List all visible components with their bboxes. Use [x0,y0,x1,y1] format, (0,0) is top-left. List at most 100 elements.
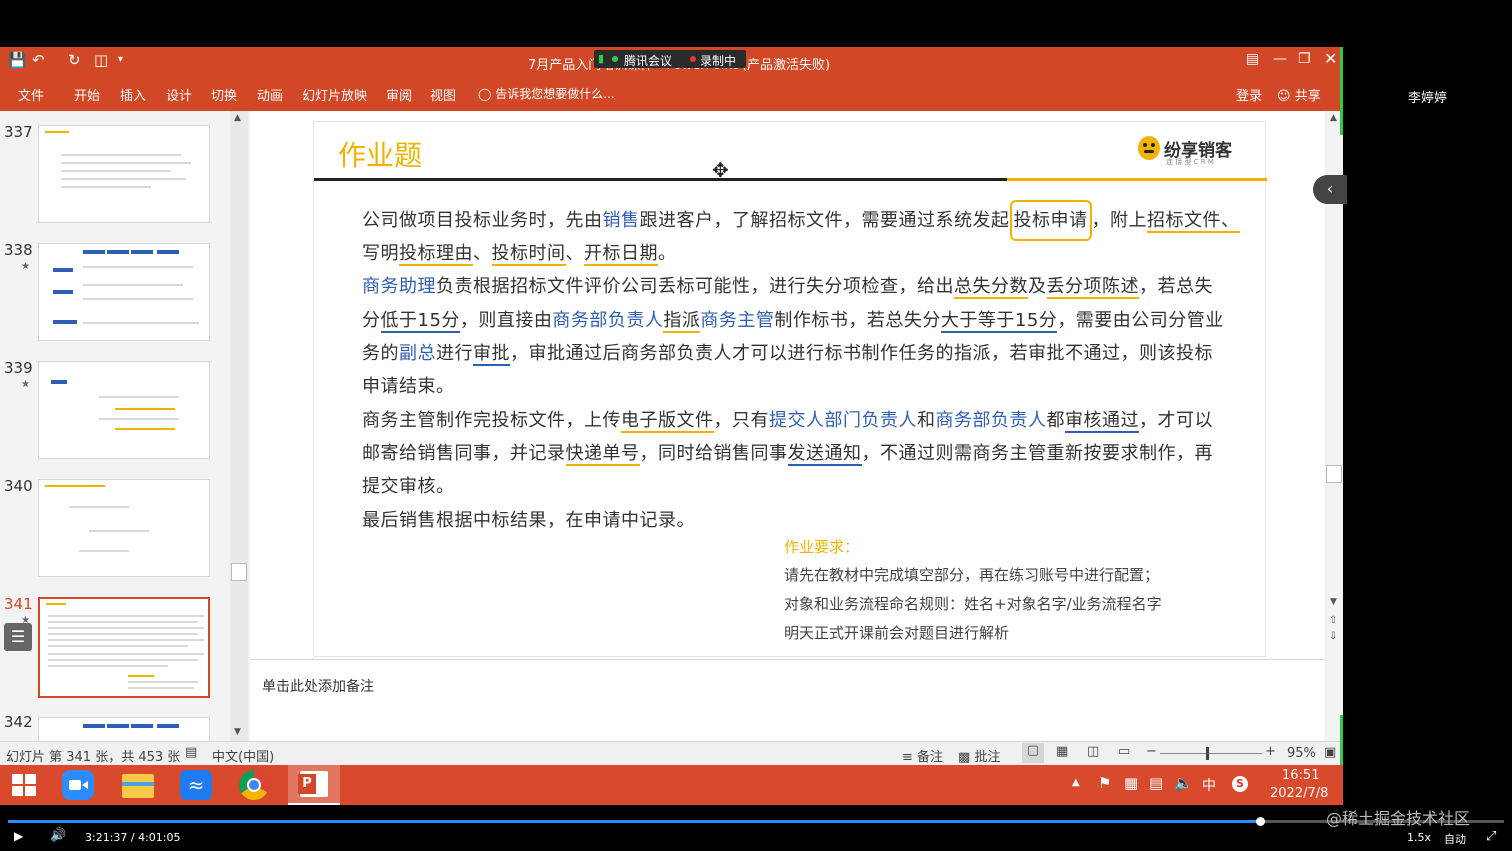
exit-fullscreen-icon[interactable]: ⤢ [1486,829,1496,844]
zoom-out-button[interactable]: − [1146,744,1157,759]
notes-button[interactable]: ≡ 备注 [902,746,943,765]
sogou-input-icon[interactable]: S [1232,776,1248,792]
slide-thumbnail[interactable] [38,479,210,577]
reading-view-icon[interactable]: ◫ [1087,744,1099,759]
zoom-level[interactable]: 95% [1287,746,1316,761]
scroll-up-icon[interactable]: ▲ [234,113,241,123]
slide-thumbnail[interactable] [38,243,210,341]
share-button[interactable]: ☺ 共享 [1277,85,1321,104]
zoom-slider[interactable] [1160,753,1262,754]
tab-home[interactable]: 开始 [74,85,100,104]
scroll-thumb[interactable] [1326,465,1342,483]
login-link[interactable]: 登录 [1236,85,1262,104]
close-icon[interactable]: ✕ [1324,49,1337,68]
slide-number: 342 [4,713,33,731]
paragraph-line: 申请结束。 [362,376,455,397]
slide-thumbnail[interactable] [38,717,210,741]
highlighted-keyword: 投标申请 [1009,200,1092,241]
chrome-icon[interactable] [232,768,276,802]
meeting-indicator[interactable]: ▮ 腾讯会议 录制中 [594,50,746,68]
tab-view[interactable]: 视图 [430,85,456,104]
slide-canvas[interactable]: 作业题 纷享销客 连 接 型 C R M 公司做项目投标业务时，先由销售跟进客户… [313,121,1267,657]
volume-icon[interactable]: 🔊 [50,828,66,843]
feishu-app-icon[interactable]: ≈ [174,768,218,802]
slide-thumbnail[interactable] [38,125,210,223]
tab-animations[interactable]: 动画 [257,85,283,104]
paragraph-line: 公司做项目投标业务时，先由销售跟进客户，了解招标文件，需要通过系统发起 投标申请，… [362,200,1240,241]
undo-icon[interactable]: ↶ [32,51,45,69]
customize-qat-icon[interactable]: ▾ [118,54,123,65]
fxiaoke-logo-icon [1138,136,1160,160]
quality-selector[interactable]: 自动 [1444,831,1466,847]
paragraph-line: 提交审核。 [362,476,455,497]
notes-placeholder: 单击此处添加备注 [262,679,374,695]
fit-to-window-icon[interactable]: ▣ [1324,745,1336,760]
ribbon-display-icon[interactable]: ▤ [1246,51,1259,67]
play-icon[interactable]: ▶ [14,829,23,843]
tab-design[interactable]: 设计 [166,85,192,104]
next-slide-icon[interactable]: ⇩ [1329,631,1337,642]
video-time: 3:21:37 / 4:01:05 [85,831,181,844]
scroll-up-icon[interactable]: ▲ [1330,113,1337,123]
slide-thumbnail[interactable] [38,361,210,459]
slide-number: 338 [4,241,33,259]
maximize-icon[interactable]: ❐ [1298,51,1311,67]
windows-taskbar: ≈ P ▲ ⚑ ▦ ▤ 🔈 中 S 16:51 2022/7/8 [0,765,1343,805]
slide-scrollbar[interactable]: ▲ ▼ ⇧ ⇩ [1325,111,1343,741]
normal-view-icon[interactable]: ▢ [1022,743,1044,763]
paragraph-line: 最后销售根据中标结果，在申请中记录。 [362,510,695,531]
scroll-down-icon[interactable]: ▼ [234,727,241,737]
comment-icon: ▩ [958,750,971,765]
language-indicator[interactable]: 中文(中国) [212,746,274,765]
notes-pane[interactable]: 单击此处添加备注 [250,659,1325,741]
tab-slideshow[interactable]: 幻灯片放映 [302,85,367,104]
video-progress-knob[interactable] [1256,817,1266,826]
tab-file[interactable]: 文件 [18,85,44,104]
slide-counter: 幻灯片 第 341 张，共 453 张 [6,750,181,765]
previous-slide-icon[interactable]: ⇧ [1329,615,1337,626]
paragraph-line: 邮寄给销售同事，并记录快递单号，同时给销售同事发送通知，不通过则需商务主管重新按… [362,443,1213,466]
slide-number: 341 [4,595,33,613]
clock-date[interactable]: 2022/7/8 [1270,786,1328,801]
thumbnails-scrollbar[interactable]: ▲ ▼ [230,111,248,741]
from-beginning-icon[interactable]: ◫ [94,51,108,69]
clock-time[interactable]: 16:51 [1282,768,1319,783]
window-border-accent [1340,47,1343,135]
slideshow-icon[interactable]: ▭ [1118,744,1130,759]
slide-thumbnail-selected[interactable] [38,597,210,698]
tab-insert[interactable]: 插入 [120,85,146,104]
scroll-thumb[interactable] [231,563,247,581]
minimize-icon[interactable]: — [1273,51,1287,67]
zoom-app-icon[interactable] [56,768,100,802]
network-icon[interactable]: ▤ [1149,774,1163,792]
file-explorer-icon[interactable] [116,768,160,802]
paragraph-line: 分低于15分，则直接由商务部负责人指派商务主管制作标书，若总失分大于等于15分，… [362,310,1224,333]
video-progress-bar[interactable] [8,817,1504,826]
redo-icon[interactable]: ↻ [68,51,81,69]
tell-me-label: 告诉我您想要做什么... [495,87,615,101]
zoom-slider-thumb[interactable] [1206,747,1209,760]
collapse-panel-icon[interactable]: ‹ [1313,175,1347,204]
meeting-app-name: 腾讯会议 [624,54,673,68]
powerpoint-taskbar-icon[interactable]: P [288,765,340,805]
slide-sorter-icon[interactable]: ▦ [1056,744,1068,759]
windows-start-icon[interactable] [2,768,46,802]
status-dot-icon [612,56,618,62]
battery-icon[interactable]: ▦ [1124,774,1138,792]
outline-toggle-icon[interactable]: ☰ [4,623,32,651]
action-center-flag-icon[interactable]: ⚑ [1098,774,1111,792]
scroll-down-icon[interactable]: ▼ [1330,597,1337,607]
tab-transitions[interactable]: 切换 [211,85,237,104]
tab-review[interactable]: 审阅 [386,85,412,104]
zoom-in-button[interactable]: + [1265,744,1276,759]
playback-speed[interactable]: 1.5x [1407,831,1431,844]
comments-button[interactable]: ▩ 批注 [958,746,1000,765]
save-icon[interactable]: 💾 [8,51,27,69]
video-controls: ▶ 🔊 3:21:37 / 4:01:05 1.5x 自动 ⤢ [0,826,1512,851]
ime-indicator[interactable]: 中 [1202,775,1216,795]
show-hidden-icons[interactable]: ▲ [1072,777,1080,788]
tell-me-search[interactable]: ◯ 告诉我您想要做什么... [478,85,615,102]
spellcheck-icon[interactable]: ▤ [185,745,197,760]
title-rule-dark [314,178,1007,181]
volume-icon[interactable]: 🔈 [1174,774,1193,792]
